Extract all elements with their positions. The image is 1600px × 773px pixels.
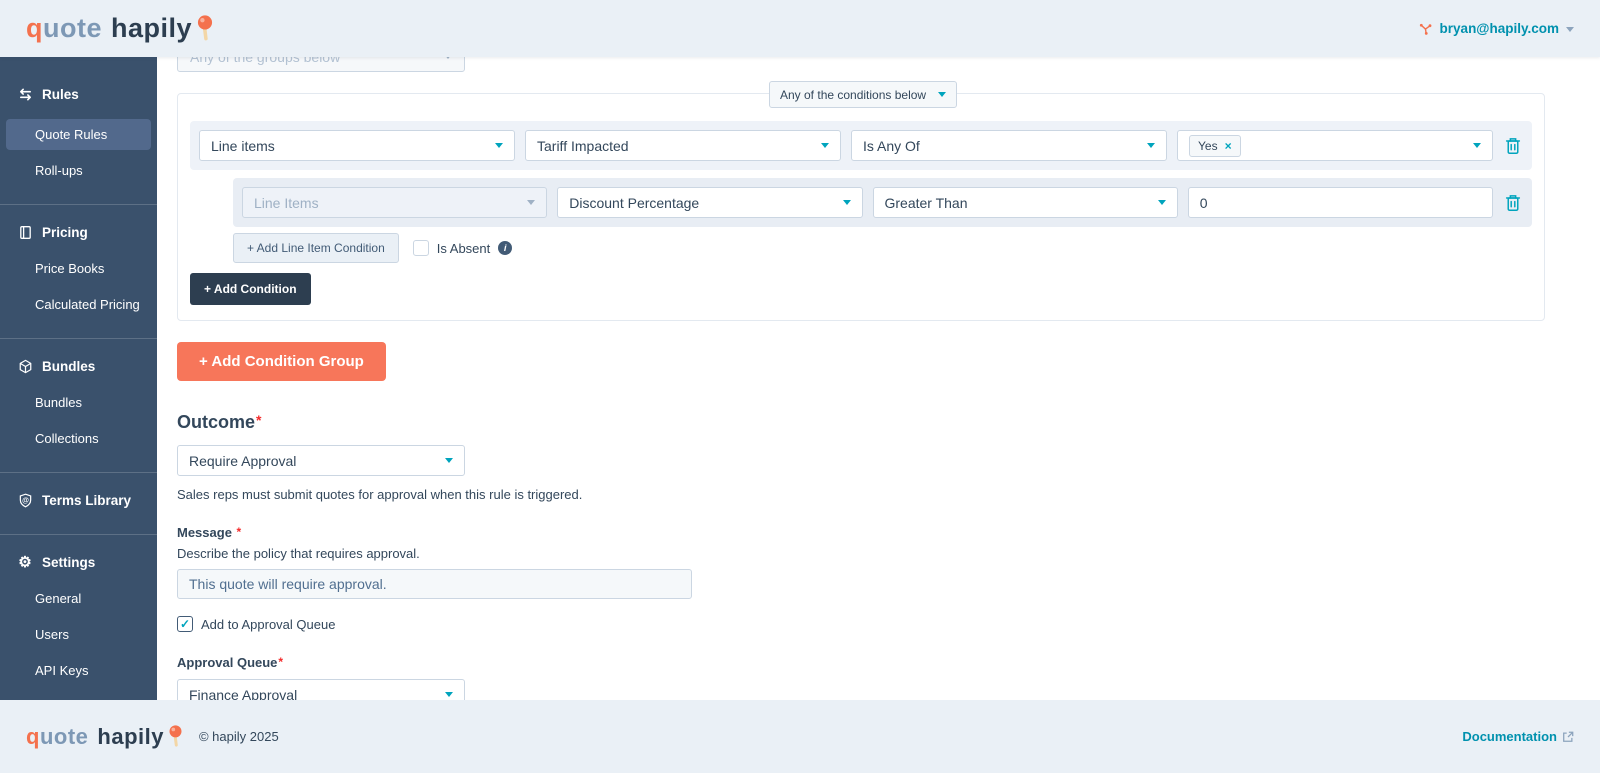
logo-quote-text: quote xyxy=(26,13,102,44)
logo-quote-text: quote xyxy=(26,724,88,750)
condition-operator-select[interactable]: Is Any Of xyxy=(851,130,1167,161)
message-label: Message * xyxy=(177,525,1545,540)
info-icon[interactable]: i xyxy=(498,241,512,255)
bundles-box-icon xyxy=(17,359,33,374)
chevron-down-icon xyxy=(445,692,453,697)
sidebar-item-general[interactable]: General xyxy=(0,583,157,614)
external-link-icon xyxy=(1562,731,1574,743)
popsicle-icon xyxy=(196,15,214,42)
chevron-down-icon xyxy=(821,143,829,148)
chevron-down-icon xyxy=(495,143,503,148)
chevron-down-icon xyxy=(1158,200,1166,205)
sidebar-item-manage-subscription[interactable]: Manage Subscription xyxy=(0,691,157,700)
add-to-approval-queue-label: Add to Approval Queue xyxy=(201,617,335,632)
outcome-select[interactable]: Require Approval xyxy=(177,445,465,476)
required-asterisk: * xyxy=(237,525,242,539)
message-help-text: Describe the policy that requires approv… xyxy=(177,546,1545,561)
line-item-property-select[interactable]: Discount Percentage xyxy=(557,187,862,218)
chevron-down-icon xyxy=(843,200,851,205)
sidebar-divider xyxy=(0,472,157,473)
remove-tag-icon[interactable]: × xyxy=(1225,139,1232,153)
delete-line-item-condition-button[interactable] xyxy=(1503,194,1523,212)
sidebar-section-label: Terms Library xyxy=(42,493,131,508)
sidebar-section-rules[interactable]: Rules xyxy=(0,79,157,110)
sidebar-item-api-keys[interactable]: API Keys xyxy=(0,655,157,686)
line-item-object-select: Line Items xyxy=(242,187,547,218)
sidebar-item-users[interactable]: Users xyxy=(0,619,157,650)
required-asterisk: * xyxy=(278,655,283,669)
chevron-down-icon xyxy=(527,200,535,205)
is-absent-label: Is Absent xyxy=(437,241,490,256)
delete-condition-button[interactable] xyxy=(1503,137,1523,155)
sidebar-divider xyxy=(0,204,157,205)
trash-icon xyxy=(1505,194,1521,212)
popsicle-icon xyxy=(168,725,183,748)
sidebar-section-pricing[interactable]: Pricing xyxy=(0,217,157,248)
chevron-down-icon xyxy=(938,92,946,97)
trash-icon xyxy=(1505,137,1521,155)
sidebar-divider xyxy=(0,534,157,535)
rules-icon xyxy=(17,87,33,102)
sidebar-section-label: Rules xyxy=(42,87,79,102)
chevron-down-icon xyxy=(1473,143,1481,148)
svg-text:@: @ xyxy=(22,497,29,504)
app-footer: quote hapily © hapily 2025 Documentation xyxy=(0,700,1600,773)
sidebar-section-label: Settings xyxy=(42,555,95,570)
sidebar-section-bundles[interactable]: Bundles xyxy=(0,351,157,382)
sidebar-item-roll-ups[interactable]: Roll-ups xyxy=(0,155,157,186)
chevron-down-icon xyxy=(1566,27,1574,32)
rule-editor-content: Any of the groups below Any of the condi… xyxy=(157,57,1600,700)
line-item-condition-row: Line Items Discount Percentage Greater T… xyxy=(233,178,1532,227)
conditions-operator-select[interactable]: Any of the conditions below xyxy=(769,81,957,108)
is-absent-checkbox[interactable] xyxy=(413,240,429,256)
logo-hapily-text: hapily xyxy=(97,724,164,750)
logo-hapily-text: hapily xyxy=(111,13,192,44)
sidebar-item-calculated-pricing[interactable]: Calculated Pricing xyxy=(0,289,157,320)
footer-logo: quote hapily xyxy=(26,724,183,750)
add-condition-group-button[interactable]: + Add Condition Group xyxy=(177,342,386,381)
sidebar-section-settings[interactable]: ⚙ Settings xyxy=(0,547,157,578)
app-header: quote hapily bryan@hapily.com xyxy=(0,0,1600,57)
add-line-item-condition-button[interactable]: + Add Line Item Condition xyxy=(233,233,399,263)
user-menu[interactable]: bryan@hapily.com xyxy=(1418,21,1574,36)
condition-group-card: Any of the conditions below Line items T… xyxy=(177,93,1545,321)
sidebar-section-terms-library[interactable]: @ Terms Library xyxy=(0,485,157,516)
hubspot-sprocket-icon xyxy=(1418,21,1433,36)
message-input[interactable] xyxy=(177,569,692,599)
add-condition-button[interactable]: + Add Condition xyxy=(190,273,311,305)
condition-property-select[interactable]: Tariff Impacted xyxy=(525,130,841,161)
value-tag: Yes × xyxy=(1189,135,1241,157)
sidebar-item-quote-rules[interactable]: Quote Rules xyxy=(6,119,151,150)
condition-object-select[interactable]: Line items xyxy=(199,130,515,161)
sidebar-item-bundles[interactable]: Bundles xyxy=(0,387,157,418)
app-logo[interactable]: quote hapily xyxy=(26,13,214,44)
condition-value-multiselect[interactable]: Yes × xyxy=(1177,130,1493,161)
sidebar-section-label: Bundles xyxy=(42,359,95,374)
pricing-book-icon xyxy=(17,225,33,240)
chevron-down-icon xyxy=(445,458,453,463)
add-to-approval-queue-checkbox[interactable]: ✓ xyxy=(177,616,193,632)
approval-queue-label: Approval Queue* xyxy=(177,655,1545,670)
documentation-link[interactable]: Documentation xyxy=(1462,729,1574,744)
sidebar-item-collections[interactable]: Collections xyxy=(0,423,157,454)
line-item-value-input[interactable] xyxy=(1188,187,1493,218)
condition-row: Line items Tariff Impacted Is Any Of Yes… xyxy=(190,121,1532,170)
sidebar-divider xyxy=(0,338,157,339)
user-email: bryan@hapily.com xyxy=(1440,21,1559,36)
sidebar: Rules Quote Rules Roll-ups Pricing Price… xyxy=(0,57,157,700)
outcome-help-text: Sales reps must submit quotes for approv… xyxy=(177,487,1545,502)
terms-shield-icon: @ xyxy=(17,493,33,508)
copyright-text: © hapily 2025 xyxy=(199,729,279,744)
sidebar-item-price-books[interactable]: Price Books xyxy=(0,253,157,284)
line-item-operator-select[interactable]: Greater Than xyxy=(873,187,1178,218)
settings-gear-icon: ⚙ xyxy=(17,555,33,570)
required-asterisk: * xyxy=(256,412,261,428)
chevron-down-icon xyxy=(1147,143,1155,148)
outcome-heading: Outcome* xyxy=(177,412,1545,433)
sidebar-section-label: Pricing xyxy=(42,225,88,240)
